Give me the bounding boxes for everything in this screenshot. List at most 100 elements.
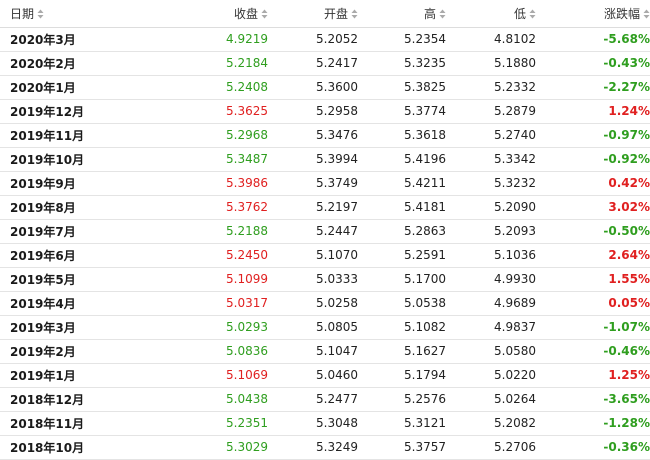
cell-low: 5.1880 [446,51,536,76]
sort-icon[interactable] [351,9,358,19]
cell-change: -1.28% [536,411,650,436]
cell-date: 2019年1月 [0,363,140,388]
sort-icon[interactable] [37,9,44,19]
table-row: 2019年8月 5.3762 5.2197 5.4181 5.2090 3.02% [0,195,650,220]
cell-high: 5.3618 [358,123,446,148]
cell-close: 5.1069 [140,363,268,388]
cell-close: 5.3029 [140,435,268,460]
cell-date: 2018年10月 [0,435,140,460]
cell-date: 2019年5月 [0,267,140,292]
cell-low: 4.9837 [446,315,536,340]
cell-open: 5.0805 [268,315,358,340]
cell-low: 5.0220 [446,363,536,388]
cell-open: 5.3600 [268,75,358,100]
cell-high: 5.2576 [358,387,446,412]
cell-low: 5.3232 [446,171,536,196]
cell-open: 5.0460 [268,363,358,388]
cell-low: 5.2082 [446,411,536,436]
cell-date: 2020年2月 [0,51,140,76]
cell-open: 5.0258 [268,291,358,316]
cell-date: 2019年8月 [0,195,140,220]
cell-change: 2.64% [536,243,650,268]
table-body: 2020年3月 4.9219 5.2052 5.2354 4.8102 -5.68% 202… [0,27,650,460]
cell-high: 5.3235 [358,51,446,76]
cell-low: 4.9689 [446,291,536,316]
table-row: 2019年6月 5.2450 5.1070 5.2591 5.1036 2.64% [0,243,650,268]
column-header-label: 日期 [10,6,35,21]
cell-high: 5.3121 [358,411,446,436]
cell-low: 5.2332 [446,75,536,100]
cell-low: 5.0580 [446,339,536,364]
table-row: 2019年3月 5.0293 5.0805 5.1082 4.9837 -1.07% [0,315,650,340]
header-row: 日期 收盘 开盘 高 低 涨跌幅 [0,0,650,28]
column-header-high[interactable]: 高 [358,0,446,28]
cell-close: 5.3625 [140,99,268,124]
cell-close: 5.1099 [140,267,268,292]
cell-close: 5.0438 [140,387,268,412]
column-header-label: 开盘 [323,6,348,21]
cell-low: 5.2090 [446,195,536,220]
cell-change: -2.27% [536,75,650,100]
cell-date: 2019年12月 [0,99,140,124]
cell-open: 5.2197 [268,195,358,220]
column-header-change[interactable]: 涨跌幅 [536,0,650,28]
table-row: 2018年11月 5.2351 5.3048 5.3121 5.2082 -1.28% [0,411,650,436]
cell-change: 1.25% [536,363,650,388]
column-header-label: 低 [513,6,526,21]
sort-icon[interactable] [643,9,650,19]
column-header-label: 收盘 [233,6,258,21]
cell-high: 5.1700 [358,267,446,292]
cell-date: 2018年12月 [0,387,140,412]
cell-low: 5.2879 [446,99,536,124]
cell-change: -0.50% [536,219,650,244]
cell-close: 5.2351 [140,411,268,436]
cell-high: 5.4196 [358,147,446,172]
cell-open: 5.1070 [268,243,358,268]
table-row: 2020年2月 5.2184 5.2417 5.3235 5.1880 -0.43% [0,51,650,76]
cell-high: 5.4211 [358,171,446,196]
cell-low: 5.0264 [446,387,536,412]
column-header-label: 涨跌幅 [603,6,640,21]
sort-icon[interactable] [439,9,446,19]
cell-low: 4.9930 [446,267,536,292]
cell-close: 5.2968 [140,123,268,148]
cell-close: 5.3762 [140,195,268,220]
cell-open: 5.3476 [268,123,358,148]
table-header: 日期 收盘 开盘 高 低 涨跌幅 [0,0,650,28]
cell-change: -0.46% [536,339,650,364]
cell-change: -0.36% [536,435,650,460]
column-header-open[interactable]: 开盘 [268,0,358,28]
table-row: 2019年5月 5.1099 5.0333 5.1700 4.9930 1.55% [0,267,650,292]
cell-date: 2018年11月 [0,411,140,436]
cell-high: 5.1627 [358,339,446,364]
table-row: 2019年11月 5.2968 5.3476 5.3618 5.2740 -0.97% [0,123,650,148]
cell-high: 5.2591 [358,243,446,268]
column-header-low[interactable]: 低 [446,0,536,28]
cell-change: 3.02% [536,195,650,220]
table-row: 2019年2月 5.0836 5.1047 5.1627 5.0580 -0.46% [0,339,650,364]
cell-high: 5.4181 [358,195,446,220]
cell-high: 5.2863 [358,219,446,244]
cell-open: 5.3048 [268,411,358,436]
column-header-close[interactable]: 收盘 [140,0,268,28]
sort-icon[interactable] [529,9,536,19]
cell-close: 5.3986 [140,171,268,196]
cell-open: 5.3249 [268,435,358,460]
cell-low: 5.2706 [446,435,536,460]
cell-change: 1.24% [536,99,650,124]
cell-date: 2020年1月 [0,75,140,100]
cell-high: 5.2354 [358,27,446,52]
column-header-date[interactable]: 日期 [0,0,140,28]
cell-open: 5.1047 [268,339,358,364]
cell-change: 1.55% [536,267,650,292]
cell-change: 0.05% [536,291,650,316]
sort-icon[interactable] [261,9,268,19]
cell-change: 0.42% [536,171,650,196]
cell-change: -0.92% [536,147,650,172]
cell-date: 2019年6月 [0,243,140,268]
table-row: 2019年9月 5.3986 5.3749 5.4211 5.3232 0.42% [0,171,650,196]
cell-open: 5.0333 [268,267,358,292]
cell-date: 2019年11月 [0,123,140,148]
cell-low: 4.8102 [446,27,536,52]
table-row: 2018年10月 5.3029 5.3249 5.3757 5.2706 -0.36% [0,435,650,460]
